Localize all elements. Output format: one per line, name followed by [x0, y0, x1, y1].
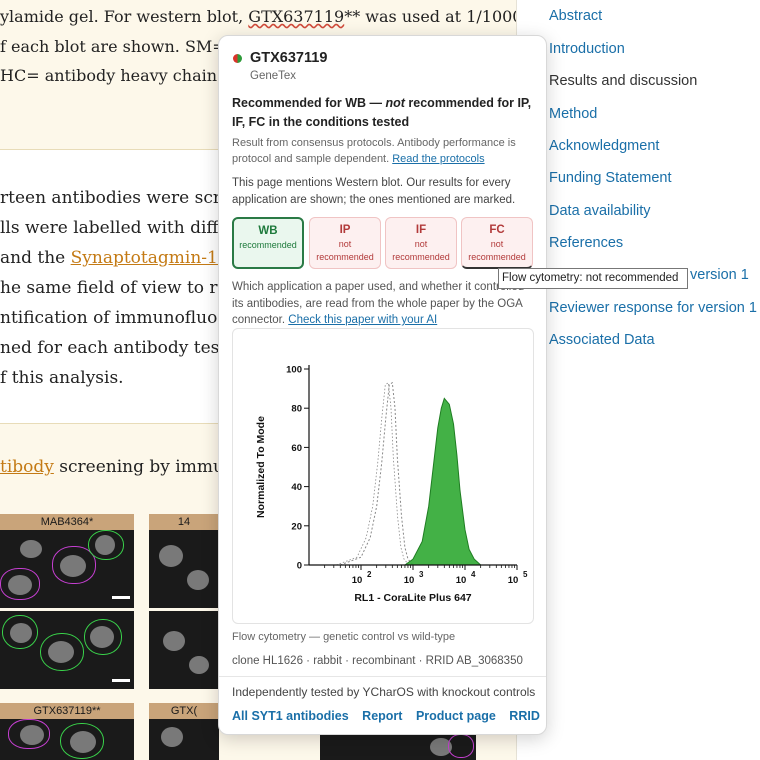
clone-info: clone HL1626 · rabbit · recombinant · RR…: [232, 655, 523, 667]
antibody-popover: GTX637119 GeneTex Recommended for WB — n…: [218, 35, 547, 735]
synaptotagmin-link[interactable]: Synaptotagmin-1 a: [71, 248, 234, 268]
y-tick-label: 60: [291, 443, 302, 454]
micrograph-panel: [0, 611, 134, 689]
popover-divider: [219, 676, 546, 677]
panel-label: 14: [149, 514, 219, 530]
tile-fc[interactable]: FC not recommended: [461, 217, 533, 269]
tile-if[interactable]: IF not recommended: [385, 217, 457, 269]
x-tick-exponent: 4: [471, 570, 476, 579]
micrograph-panel: [149, 611, 219, 689]
body-line: he same field of view to redu: [0, 278, 250, 298]
body-line: rteen antibodies were scree: [0, 188, 242, 208]
x-tick-label: 10: [404, 575, 415, 586]
independent-note: Independently tested by YCharOS with kno…: [232, 685, 536, 699]
x-tick-exponent: 3: [419, 570, 424, 579]
body-line: ned for each antibody tested: [0, 338, 248, 358]
micrograph-panel: [0, 530, 134, 608]
application-tiles: WB recommended IP not recommended IF not…: [232, 217, 536, 269]
x-axis-label: RL1 - CoraLite Plus 647: [354, 592, 471, 604]
flow-cytometry-chart: 0 20 40 60 80 100 10 2 10 3 10 4 10 5 RL1 - CoraLite P…: [232, 328, 534, 624]
caption-line-1: ylamide gel. For western blot, GTX637119…: [0, 7, 517, 26]
caption-line-3: HC= antibody heavy chain. *M: [0, 66, 252, 85]
toc-item-reviewer-response[interactable]: Reviewer response for version 1: [549, 300, 757, 316]
toc-item-funding[interactable]: Funding Statement: [549, 170, 672, 186]
toc-item-associated-data[interactable]: Associated Data: [549, 332, 655, 348]
toc-item-version-1[interactable]: version 1: [690, 267, 749, 283]
chart-caption: Flow cytometry — genetic control vs wild…: [232, 631, 456, 643]
rrid-link[interactable]: RRID: [509, 709, 540, 723]
series-dotted-0: [340, 381, 414, 566]
antibody-link[interactable]: GTX637119: [248, 7, 344, 26]
y-tick-label: 100: [286, 365, 302, 376]
consensus-note: Result from consensus protocols. Antibod…: [232, 137, 516, 165]
series-filled-1: [403, 397, 482, 566]
x-tick-exponent: 5: [523, 570, 528, 579]
caption-line-2: f each blot are shown. SM=4%: [0, 37, 252, 56]
y-tick-label: 20: [291, 521, 302, 532]
x-tick-label: 10: [508, 575, 519, 586]
read-protocols-link[interactable]: Read the protocols: [392, 153, 484, 165]
micrograph-panel: [0, 719, 134, 760]
antibody-figure-link[interactable]: tibody: [0, 457, 54, 477]
x-tick-label: 10: [456, 575, 467, 586]
recommendation-headline: Recommended for WB — not recommended for…: [232, 96, 532, 129]
figure-title: tibody screening by immunc: [0, 457, 245, 477]
panel-label: GTX637119**: [0, 703, 134, 719]
micrograph-panel: [149, 719, 219, 760]
toc-item-introduction[interactable]: Introduction: [549, 41, 625, 57]
check-paper-link[interactable]: Check this paper with your AI: [288, 314, 437, 326]
product-page-link[interactable]: Product page: [416, 709, 496, 723]
x-tick-exponent: 2: [367, 570, 372, 579]
body-line: and the Synaptotagmin-1 a: [0, 248, 234, 268]
toc-item-results[interactable]: Results and discussion: [549, 73, 697, 89]
toc-item-data-availability[interactable]: Data availability: [549, 203, 651, 219]
tile-ip[interactable]: IP not recommended: [309, 217, 381, 269]
toc-item-acknowledgment[interactable]: Acknowledgment: [549, 138, 659, 154]
body-line: f this analysis.: [0, 368, 124, 388]
x-tick-label: 10: [352, 575, 363, 586]
vendor-name: GeneTex: [250, 70, 297, 82]
panel-label: GTX(: [149, 703, 219, 719]
micrograph-panel: [149, 530, 219, 608]
toc-item-method[interactable]: Method: [549, 106, 597, 122]
micrograph-panel: [320, 734, 476, 760]
mentions-note: This page mentions Western blot. Our res…: [232, 177, 516, 206]
connector-note: Which application a paper used, and whet…: [232, 281, 525, 326]
body-line: ntification of immunofluore: [0, 308, 236, 328]
tile-wb[interactable]: WB recommended: [232, 217, 304, 269]
all-syt1-link[interactable]: All SYT1 antibodies: [232, 709, 349, 723]
y-axis-label: Normalized To Mode: [255, 416, 267, 518]
y-tick-label: 40: [291, 482, 302, 493]
antibody-title: GTX637119: [250, 50, 328, 66]
body-line: lls were labelled with differ: [0, 218, 237, 238]
panel-label: MAB4364*: [0, 514, 134, 530]
y-tick-label: 0: [297, 561, 302, 572]
toc-item-references[interactable]: References: [549, 235, 623, 251]
y-tick-label: 80: [291, 404, 302, 415]
report-link[interactable]: Report: [362, 709, 402, 723]
status-dot-icon: [233, 54, 242, 63]
popover-links: All SYT1 antibodies Report Product page …: [232, 709, 550, 723]
chart-svg: 0 20 40 60 80 100 10 2 10 3 10 4 10 5 RL1 - CoraLite P…: [255, 365, 528, 605]
fc-tooltip: Flow cytometry: not recommended: [498, 268, 688, 289]
toc-item-abstract[interactable]: Abstract: [549, 8, 602, 24]
